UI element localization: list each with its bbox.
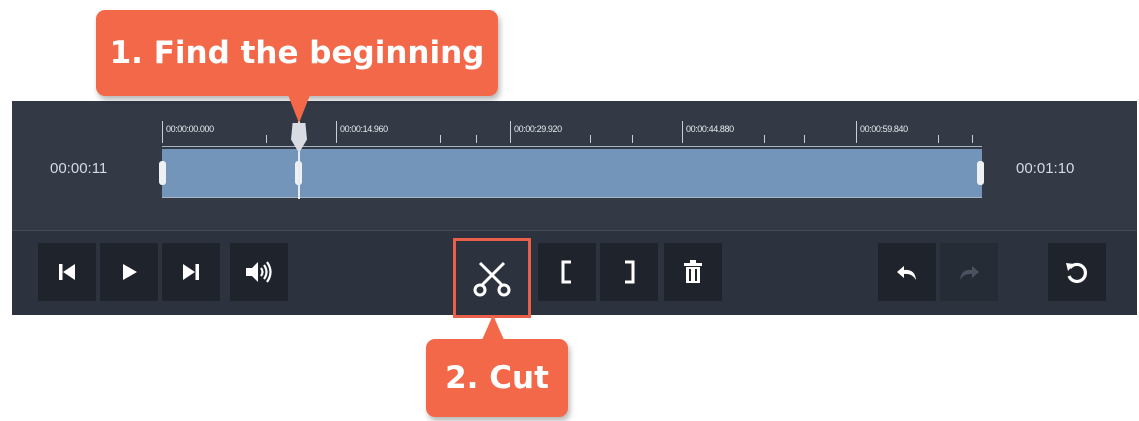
callout-cut: 2. Cut [426, 315, 568, 417]
ruler-minor-tick [476, 135, 477, 143]
editor-panel: 00:00:11 00:01:10 00:00:00.000 00:00:14.… [12, 101, 1137, 318]
redo-button[interactable] [940, 243, 998, 301]
scissors-icon [471, 257, 513, 299]
ruler-major-tick [162, 121, 163, 143]
callout-find-beginning-text: 1. Find the beginning [109, 35, 485, 71]
volume-button[interactable] [230, 243, 288, 301]
skip-to-start-icon [56, 261, 78, 283]
reset-icon [1064, 259, 1090, 285]
ruler-minor-tick [764, 135, 765, 143]
play-button[interactable] [100, 243, 158, 301]
ruler-label: 00:00:14.960 [340, 124, 388, 134]
ruler-label: 00:00:59.840 [860, 124, 908, 134]
redo-icon [957, 261, 981, 283]
ruler-label: 00:00:29.920 [514, 124, 562, 134]
timeline-area: 00:00:11 00:01:10 00:00:00.000 00:00:14.… [12, 101, 1137, 231]
volume-icon [244, 260, 274, 284]
callout-cut-text: 2. Cut [445, 360, 549, 396]
ruler-major-tick [510, 121, 511, 143]
clip-end-handle[interactable] [977, 161, 984, 185]
time-ruler[interactable]: 00:00:00.000 00:00:14.960 00:00:29.920 0… [162, 119, 982, 145]
clip-start-handle[interactable] [159, 161, 166, 185]
ruler-minor-tick [804, 135, 805, 143]
delete-button[interactable] [664, 243, 722, 301]
skip-to-end-button[interactable] [162, 243, 220, 301]
mark-out-button[interactable] [600, 243, 658, 301]
ruler-minor-tick [590, 135, 591, 143]
trash-icon [682, 259, 704, 285]
skip-to-end-icon [180, 261, 202, 283]
clip-top-edge [162, 146, 982, 147]
ruler-major-tick [856, 121, 857, 143]
mark-out-icon [618, 259, 640, 285]
ruler-label: 00:00:00.000 [166, 124, 214, 134]
reset-button[interactable] [1048, 243, 1106, 301]
video-clip[interactable] [162, 149, 982, 197]
mark-in-button[interactable] [538, 243, 596, 301]
ruler-minor-tick [632, 135, 633, 143]
undo-icon [895, 261, 919, 283]
clip-bottom-edge [162, 197, 982, 198]
ruler-label: 00:00:44.880 [686, 124, 734, 134]
undo-button[interactable] [878, 243, 936, 301]
callout-find-beginning: 1. Find the beginning [96, 10, 498, 123]
skip-to-start-button[interactable] [38, 243, 96, 301]
ruler-major-tick [336, 121, 337, 143]
ruler-major-tick [682, 121, 683, 143]
ruler-minor-tick [938, 135, 939, 143]
end-time-label: 00:01:10 [1016, 160, 1075, 177]
start-time-label: 00:00:11 [50, 160, 108, 177]
ruler-minor-tick [972, 135, 973, 143]
ruler-minor-tick [266, 135, 267, 143]
play-icon [118, 261, 140, 283]
mark-in-icon [556, 259, 578, 285]
ruler-minor-tick [440, 135, 441, 143]
cut-button[interactable] [453, 238, 531, 318]
